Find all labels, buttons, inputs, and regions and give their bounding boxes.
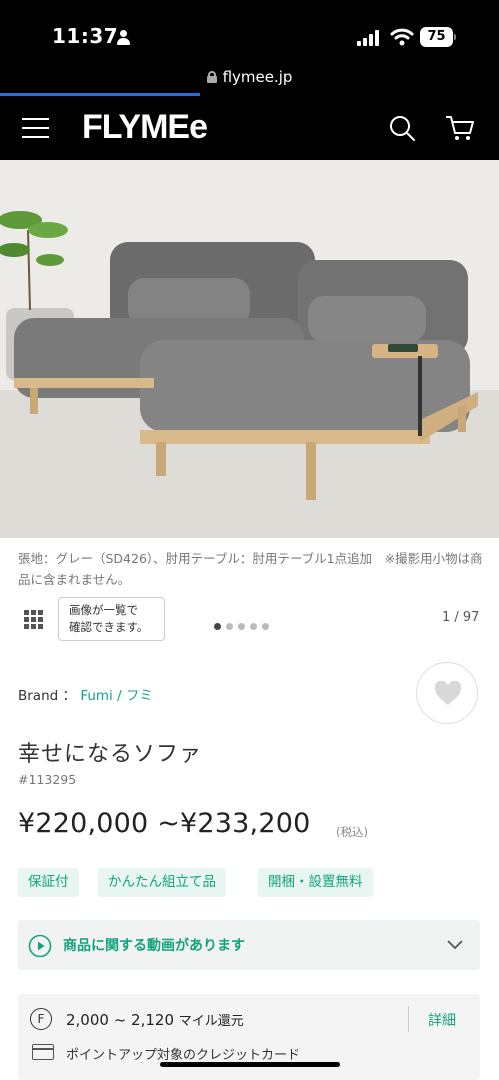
mileage-detail-link[interactable]: 詳細 <box>428 1010 456 1030</box>
product-title: 幸せになるソファ <box>18 742 203 767</box>
image-caption: 張地：グレー（SD426）、肘用テーブル：肘用テーブル1点追加 ※撮影用小物は商… <box>18 551 483 587</box>
brand-label: Brand ： <box>18 688 77 704</box>
search-icon[interactable] <box>388 114 416 142</box>
divider <box>408 1006 409 1032</box>
credit-card-icon <box>32 1044 54 1060</box>
image-counter: 1 / 97 <box>442 610 480 625</box>
home-indicator <box>160 1062 340 1067</box>
site-logo[interactable]: FLYMEe <box>82 108 208 147</box>
video-accordion[interactable]: 商品に関する動画があります <box>18 920 480 970</box>
battery-level: 75 <box>420 27 453 47</box>
top-bar: 11:37 75 flymee.jp FLYMEe <box>0 0 499 160</box>
status-time: 11:37 <box>52 24 119 48</box>
menu-icon[interactable] <box>22 118 49 138</box>
tooltip-line-1: 画像が一覧で <box>69 603 138 617</box>
carousel-dot[interactable] <box>214 623 221 630</box>
product-price: ¥220,000 ~¥233,200 <box>18 808 311 839</box>
person-icon <box>116 30 130 46</box>
carousel-dot[interactable] <box>262 623 269 630</box>
brand-line: Brand ： Fumi / フミ <box>18 684 153 704</box>
signal-icon <box>357 30 383 46</box>
chevron-down-icon <box>447 940 463 950</box>
carousel-dot[interactable] <box>238 623 245 630</box>
mileage-amount: 2,000 ~ 2,120 <box>66 1011 174 1029</box>
site-header: FLYMEe <box>0 98 499 156</box>
mileage-text: 2,000 ~ 2,120 マイル還元 <box>66 1010 244 1029</box>
grid-view-tooltip[interactable]: 画像が一覧で 確認できます。 <box>58 597 165 641</box>
tag-easy-assembly[interactable]: かんたん組立て品 <box>98 868 226 897</box>
carousel-dot[interactable] <box>226 623 233 630</box>
tag-free-setup[interactable]: 開梱・設置無料 <box>258 868 373 897</box>
favorite-button[interactable] <box>416 662 478 724</box>
page-load-progress <box>0 93 200 96</box>
address-bar[interactable]: flymee.jp <box>0 68 499 86</box>
carousel-dots[interactable] <box>214 615 274 630</box>
credit-card-link[interactable]: ポイントアップ対象のクレジットカード <box>66 1044 300 1063</box>
lock-icon <box>206 71 217 83</box>
gallery-controls: 画像が一覧で 確認できます。 1 / 97 <box>0 596 499 642</box>
brand-link[interactable]: Fumi / フミ <box>80 688 153 704</box>
tag-warranty[interactable]: 保証付 <box>18 868 79 897</box>
video-label: 商品に関する動画があります <box>63 938 245 954</box>
product-image[interactable] <box>0 160 499 538</box>
mileage-unit: マイル還元 <box>178 1014 244 1029</box>
wifi-icon <box>390 28 414 46</box>
battery-icon: 75 <box>420 27 456 47</box>
mileage-icon: F <box>30 1008 52 1030</box>
tax-note: (税込) <box>336 825 368 839</box>
grid-view-icon[interactable] <box>24 610 44 630</box>
sofa-photo <box>0 160 499 538</box>
product-sku: #113295 <box>18 772 77 787</box>
tooltip-line-2: 確認できます。 <box>69 620 149 634</box>
cart-icon[interactable] <box>444 114 476 142</box>
mileage-box: F 2,000 ~ 2,120 マイル還元 詳細 ポイントアップ対象のクレジット… <box>18 994 480 1080</box>
play-icon <box>28 934 52 958</box>
heart-icon <box>434 681 462 705</box>
url-text: flymee.jp <box>222 68 293 86</box>
carousel-dot[interactable] <box>250 623 257 630</box>
